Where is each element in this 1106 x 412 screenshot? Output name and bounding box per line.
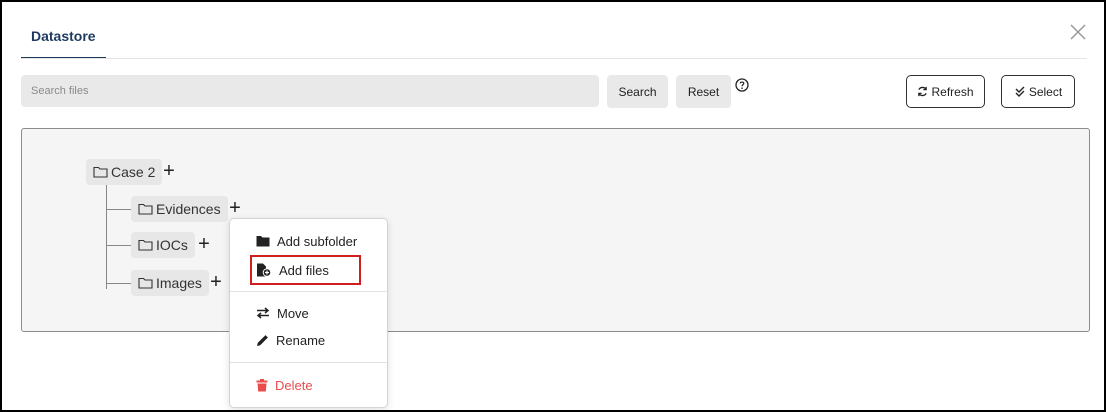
select-label: Select xyxy=(1028,84,1063,99)
double-check-icon xyxy=(1015,86,1025,97)
menu-item-label: Add files xyxy=(279,262,329,278)
tree-connector-vertical xyxy=(106,184,107,289)
datastore-dialog: Datastore Search Reset Refresh Select xyxy=(0,0,1106,412)
folder-outline-icon xyxy=(138,277,153,289)
menu-item-add-subfolder[interactable]: Add subfolder xyxy=(230,228,387,254)
menu-item-label: Add subfolder xyxy=(277,233,358,249)
menu-item-move[interactable]: Move xyxy=(230,300,387,326)
swap-arrows-icon xyxy=(256,307,270,319)
add-child-plus-icon[interactable]: + xyxy=(228,198,242,218)
context-menu: Add subfolder Add files Move Rename Dele… xyxy=(229,218,388,408)
add-child-plus-icon[interactable]: + xyxy=(162,161,176,181)
menu-item-label: Rename xyxy=(276,332,326,348)
refresh-icon xyxy=(918,86,928,97)
tree-node-evidences[interactable]: Evidences xyxy=(131,196,228,222)
tree-node-images[interactable]: Images xyxy=(131,270,209,296)
menu-item-rename[interactable]: Rename xyxy=(230,327,387,353)
close-icon[interactable] xyxy=(1068,22,1088,42)
menu-item-delete[interactable]: Delete xyxy=(230,372,387,398)
menu-divider xyxy=(230,291,387,292)
folder-outline-icon xyxy=(93,166,108,178)
file-tree-panel xyxy=(21,128,1090,332)
folder-icon xyxy=(256,236,270,247)
tree-connector xyxy=(106,209,131,210)
pencil-icon xyxy=(257,334,268,346)
tree-node-label: Images xyxy=(156,275,202,291)
tree-node-label: Case 2 xyxy=(111,164,156,180)
tree-node-label: Evidences xyxy=(156,201,221,217)
add-child-plus-icon[interactable]: + xyxy=(197,234,211,254)
folder-outline-icon xyxy=(138,239,153,251)
folder-outline-icon xyxy=(138,203,153,215)
select-button[interactable]: Select xyxy=(1001,75,1075,108)
trash-icon xyxy=(256,378,268,391)
tree-node-case-2[interactable]: Case 2 xyxy=(86,159,163,185)
search-button[interactable]: Search xyxy=(607,75,668,108)
menu-item-label: Move xyxy=(277,305,309,321)
tree-node-label: IOCs xyxy=(156,237,188,253)
tree-connector xyxy=(106,245,131,246)
file-add-icon xyxy=(257,263,272,277)
add-child-plus-icon[interactable]: + xyxy=(209,272,223,292)
tree-connector xyxy=(106,283,131,284)
reset-button[interactable]: Reset xyxy=(676,75,731,108)
tab-datastore[interactable]: Datastore xyxy=(21,14,106,59)
tree-node-iocs[interactable]: IOCs xyxy=(131,232,195,258)
refresh-label: Refresh xyxy=(931,84,974,99)
refresh-button[interactable]: Refresh xyxy=(906,75,985,108)
help-icon[interactable] xyxy=(735,78,749,92)
menu-item-add-files[interactable]: Add files xyxy=(250,255,361,285)
tab-divider xyxy=(21,58,1087,59)
search-input[interactable] xyxy=(21,75,599,107)
menu-divider xyxy=(230,362,387,363)
menu-item-label: Delete xyxy=(275,377,313,393)
